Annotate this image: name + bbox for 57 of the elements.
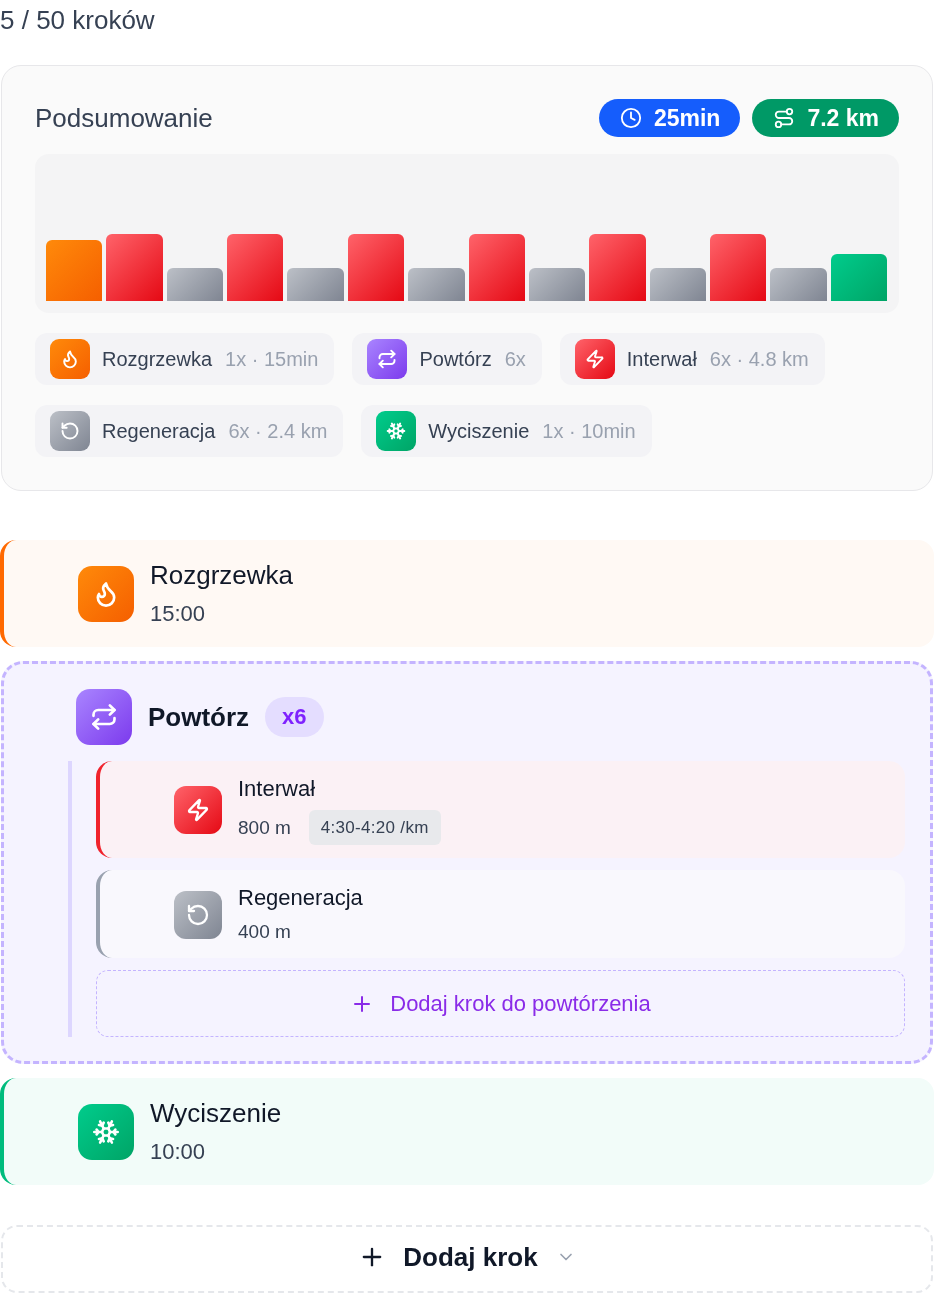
- step-card[interactable]: Interwał 800 m 4:30-4:20 /km: [96, 761, 905, 858]
- timeline-bar: [287, 268, 344, 301]
- repeat-icon: [76, 689, 132, 745]
- timeline-bar: [830, 254, 888, 301]
- step-distance: 400 m: [238, 920, 291, 944]
- step-card[interactable]: Rozgrzewka 15:00: [0, 540, 934, 647]
- timeline-bar: [649, 268, 706, 301]
- legend-label: Rozgrzewka: [102, 347, 213, 371]
- timeline-bar: [227, 234, 284, 301]
- legend-label: Wyciszenie: [428, 419, 530, 443]
- timeline-bar: [106, 234, 163, 301]
- route-icon: [773, 107, 796, 129]
- step-card[interactable]: Wyciszenie 10:00: [0, 1078, 934, 1185]
- timeline-bar: [589, 234, 646, 301]
- snowflake-icon: [376, 411, 417, 451]
- legend-label: Interwał: [626, 347, 697, 371]
- add-repeat-step-button[interactable]: Dodaj krok do powtórzenia: [96, 970, 905, 1037]
- step-duration: 15:00: [150, 600, 206, 628]
- add-step-button[interactable]: Dodaj krok: [1, 1225, 933, 1293]
- step-counter: 5 / 50 kroków: [0, 4, 155, 37]
- step-title: Interwał: [238, 775, 317, 803]
- timeline-bar: [468, 234, 525, 301]
- legend-meta: 6x · 2.4 km: [228, 419, 328, 443]
- pace-range-tag: 4:30-4:20 /km: [308, 810, 441, 845]
- step-duration: 10:00: [150, 1138, 206, 1166]
- legend-label: Regeneracja: [102, 419, 216, 443]
- total-distance: 7.2 km: [807, 104, 879, 132]
- total-time: 25min: [653, 104, 721, 132]
- step-card[interactable]: Regeneracja 400 m: [96, 870, 905, 958]
- timeline-bar: [709, 234, 767, 301]
- flame-icon: [78, 565, 134, 622]
- repeat-title: Powtórz: [148, 701, 250, 733]
- step-distance: 800 m: [238, 815, 291, 840]
- repeat-icon: [367, 339, 408, 379]
- timeline-bar: [408, 268, 465, 301]
- timeline-bar: [347, 234, 405, 301]
- step-title: Wyciszenie: [150, 1097, 282, 1130]
- legend-meta: 6x · 4.8 km: [709, 347, 809, 371]
- legend-meta: 1x · 10min: [542, 419, 636, 443]
- rotate-left-icon: [174, 890, 222, 939]
- lightning-icon: [174, 786, 222, 834]
- rotate-left-icon: [50, 411, 90, 451]
- clock-icon: [619, 107, 642, 129]
- lightning-icon: [574, 339, 615, 379]
- summary-title: Podsumowanie: [35, 102, 213, 134]
- repeat-count-badge: x6: [265, 697, 324, 737]
- legend-label: Powtórz: [419, 347, 492, 371]
- step-title: Regeneracja: [238, 884, 363, 912]
- timeline-bar: [770, 268, 827, 301]
- timeline-bar: [166, 268, 224, 301]
- legend-meta: 6x: [504, 347, 526, 371]
- flame-icon: [50, 339, 90, 379]
- snowflake-icon: [78, 1103, 134, 1160]
- step-title: Rozgrzewka: [150, 559, 294, 592]
- legend-meta: 1x · 15min: [225, 347, 319, 371]
- timeline-bar: [528, 268, 586, 301]
- timeline-bar: [46, 240, 103, 301]
